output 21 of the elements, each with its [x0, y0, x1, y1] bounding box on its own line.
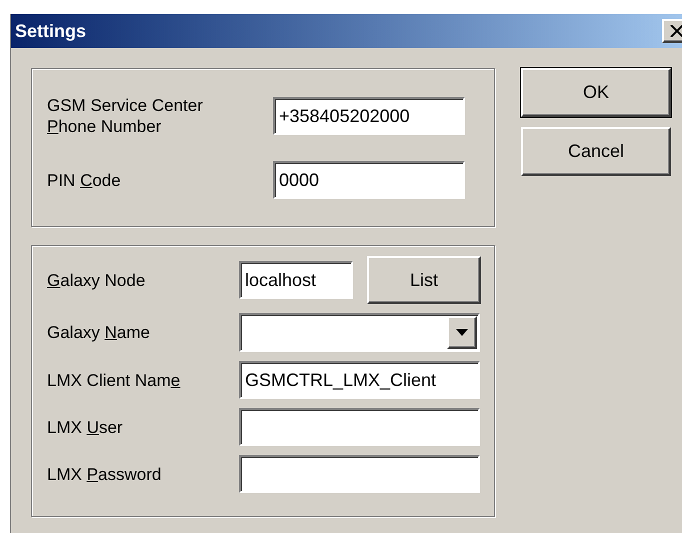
list-button[interactable]: List — [367, 256, 481, 304]
field-label: LMX User — [47, 416, 123, 438]
window-title: Settings — [15, 20, 86, 43]
field-label: LMX Client Name — [47, 370, 180, 390]
dialog-button[interactable]: Cancel — [521, 127, 671, 176]
text-field[interactable]: +358405202000 — [273, 97, 465, 135]
field-label: Galaxy Name — [47, 322, 150, 343]
dropdown-button[interactable] — [447, 316, 477, 349]
dropdown-field[interactable] — [239, 313, 480, 352]
text-field[interactable]: GSMCTRL_LMX_Client — [239, 361, 480, 399]
text-field[interactable] — [239, 408, 480, 446]
text-field[interactable]: localhost — [239, 261, 353, 299]
caret-down-icon — [456, 329, 468, 336]
text-field[interactable]: 0000 — [273, 161, 465, 199]
close-icon — [670, 25, 682, 37]
field-label: GSM Service Center Phone Number — [47, 95, 204, 137]
dialog-button[interactable]: OK — [521, 68, 671, 117]
field-label: PIN Code — [47, 170, 122, 190]
field-label: Galaxy Node — [47, 270, 146, 290]
text-field[interactable] — [239, 455, 480, 493]
field-label: LMX Password — [47, 464, 162, 484]
